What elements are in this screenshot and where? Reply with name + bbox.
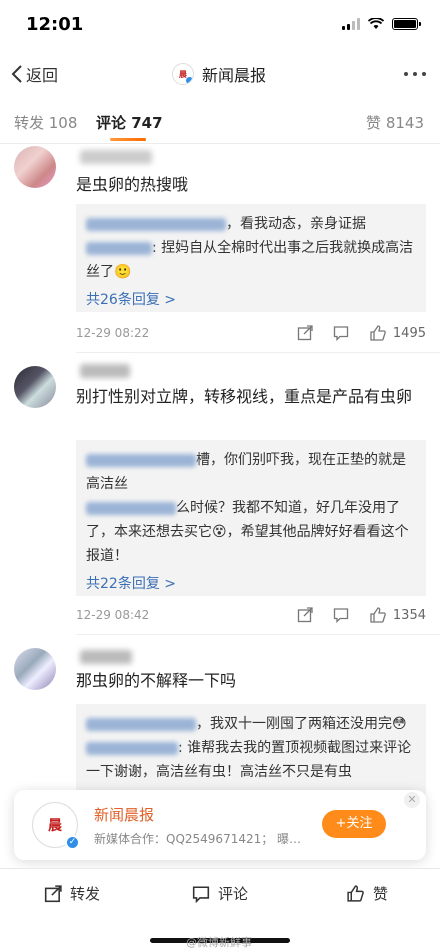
reply-item[interactable]: : 谁帮我去我的置顶视频截图过来评论一下谢谢，高洁丝有虫！高洁丝不只是有虫 (86, 736, 416, 784)
verified-icon (185, 76, 193, 84)
share-icon[interactable] (297, 607, 313, 623)
comment-time: 12-29 08:22 (76, 326, 150, 340)
comment-icon (192, 885, 210, 903)
comment-text: 那虫卵的不解释一下吗 (76, 671, 237, 690)
follow-button[interactable]: +关注 (322, 810, 386, 838)
tab-repost[interactable]: 转发 108 (14, 112, 77, 133)
nav-bar: 返回 晨 新闻晨报 (0, 50, 440, 100)
like-label: 赞 (373, 885, 389, 903)
thumb-up-icon (370, 325, 386, 341)
battery-icon (392, 18, 421, 30)
like-button[interactable]: 1354 (369, 606, 426, 624)
reply-box[interactable]: ，看我动态，亲身证据 : 捏妈自从全棉时代出事之后我就换成高洁丝了🙂 共26条回… (76, 204, 426, 312)
avatar[interactable] (14, 366, 56, 408)
avatar[interactable] (14, 146, 56, 188)
tab-comment[interactable]: 评论 747 (96, 112, 163, 133)
comment-meta: 12-29 08:22 1495 (76, 324, 426, 344)
like-count: 1354 (392, 607, 426, 623)
wifi-icon (368, 18, 384, 29)
close-icon[interactable]: ✕ (404, 792, 420, 808)
divider (76, 634, 440, 635)
reply-item[interactable]: 么时候？我都不知道，好几年没用了了，本来还想去买它😵，希望其他品牌好好看看这个报… (86, 496, 416, 568)
repost-button[interactable]: 转发 (44, 883, 100, 904)
reply-box[interactable]: 槽，你们别吓我，现在正垫的就是高洁丝 么时候？我都不知道，好几年没用了了，本来还… (76, 440, 426, 596)
status-time: 12:01 (26, 14, 84, 35)
card-account-name[interactable]: 新闻晨报 (94, 804, 154, 825)
divider (76, 352, 440, 353)
card-logo[interactable]: 晨 ✓ (32, 802, 80, 850)
reply-icon[interactable] (333, 607, 349, 623)
like-button[interactable]: 赞 (346, 883, 388, 904)
more-icon[interactable] (404, 72, 426, 76)
reply-item[interactable]: : 捏妈自从全棉时代出事之后我就换成高洁丝了🙂 (86, 236, 416, 284)
comment-label: 评论 (218, 885, 249, 903)
tab-like[interactable]: 赞 8143 (366, 112, 424, 133)
verified-icon: ✓ (65, 835, 80, 850)
username-blurred[interactable] (80, 150, 152, 164)
back-button[interactable]: 返回 (10, 62, 58, 86)
tab-indicator (110, 138, 146, 141)
comment-meta: 12-29 08:42 1354 (76, 606, 426, 626)
nav-account[interactable]: 晨 新闻晨报 (172, 62, 266, 86)
watermark: @微博新鲜事 (186, 936, 252, 949)
share-icon (44, 884, 62, 902)
username-blurred[interactable] (80, 364, 130, 378)
reply-icon[interactable] (333, 325, 349, 341)
comment-text: 别打性别对立牌，转移视线，重点是产品有虫卵 (76, 387, 413, 406)
like-count: 1495 (392, 325, 426, 341)
status-bar: 12:01 (0, 0, 440, 50)
status-icons (342, 18, 421, 30)
back-label: 返回 (26, 66, 59, 85)
comment-time: 12-29 08:42 (76, 608, 150, 622)
reply-item[interactable]: ，我双十一刚囤了两箱还没用完😳 (86, 712, 416, 736)
card-description: 新媒体合作：QQ2549671421； 曝… (94, 832, 302, 846)
signal-icon (342, 18, 360, 30)
reply-item[interactable]: 槽，你们别吓我，现在正垫的就是高洁丝 (86, 448, 416, 496)
share-icon[interactable] (297, 325, 313, 341)
comment-button[interactable]: 评论 (192, 883, 248, 904)
reply-box[interactable]: ，我双十一刚囤了两箱还没用完😳 : 谁帮我去我的置顶视频截图过来评论一下谢谢，高… (76, 704, 426, 794)
chevron-left-icon (11, 65, 22, 83)
bottom-action-bar: 转发 评论 赞 (0, 868, 440, 918)
reply-item[interactable]: ，看我动态，亲身证据 (86, 212, 416, 236)
account-card[interactable]: 晨 ✓ 新闻晨报 新媒体合作：QQ2549671421； 曝… +关注 ✕ (14, 790, 426, 860)
more-replies-link[interactable]: 共22条回复 > (86, 572, 416, 596)
avatar[interactable] (14, 648, 56, 690)
like-button[interactable]: 1495 (369, 324, 426, 342)
account-logo: 晨 (172, 63, 194, 85)
comment-text: 是虫卵的热搜哦 (76, 175, 189, 194)
tab-bar: 转发 108 评论 747 赞 8143 (0, 100, 440, 144)
repost-label: 转发 (70, 885, 101, 903)
thumb-up-icon (347, 885, 364, 902)
thumb-up-icon (370, 607, 386, 623)
page-title: 新闻晨报 (202, 66, 267, 85)
more-replies-link[interactable]: 共26条回复 > (86, 288, 416, 312)
username-blurred[interactable] (80, 650, 132, 664)
